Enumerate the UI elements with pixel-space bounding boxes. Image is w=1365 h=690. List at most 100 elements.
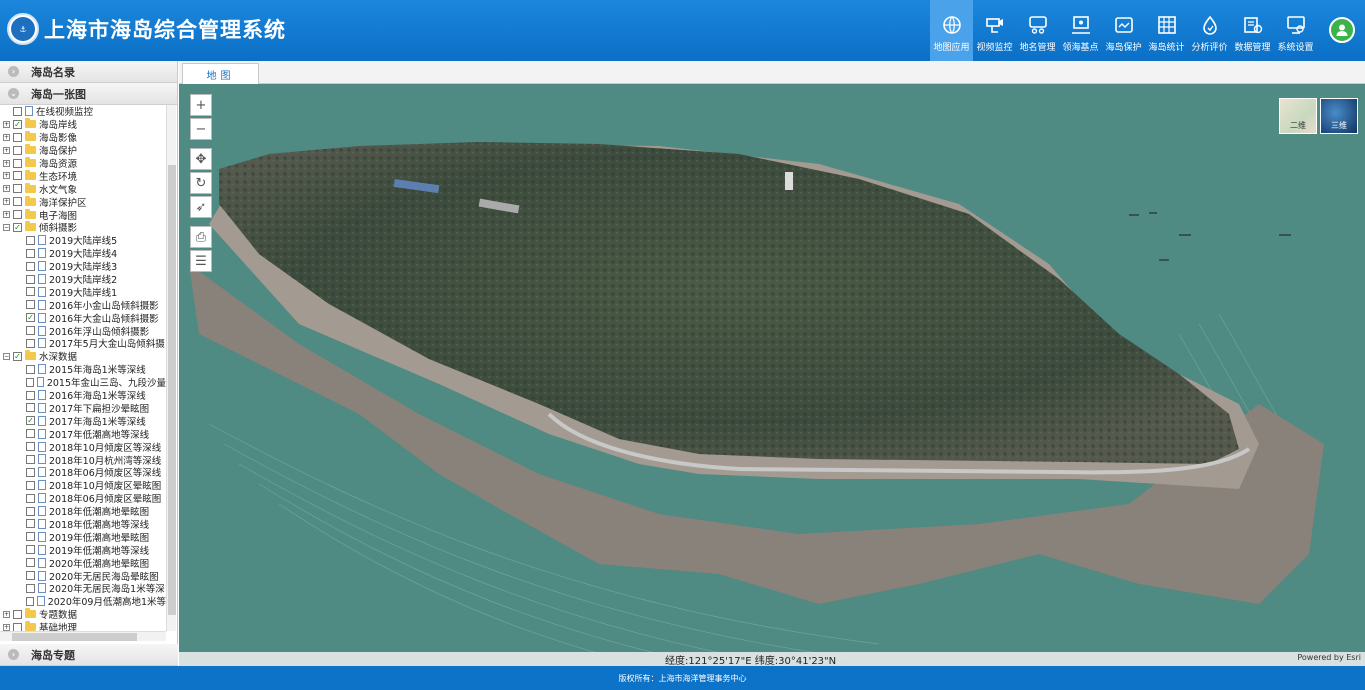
tree-folder[interactable]: + 海岛资源 [0,157,166,170]
accordion-island-directory[interactable]: › 海岛名录 [0,61,177,83]
layer-checkbox[interactable] [26,261,35,271]
layer-checkbox[interactable] [13,106,22,116]
layer-checkbox[interactable] [26,558,35,568]
tree-layer[interactable]: 2018年10月杭州湾等深线 [0,453,166,467]
nav-item-camera[interactable]: 视频监控 [973,0,1016,61]
tab-map[interactable]: 地图 [182,63,259,85]
tree-layer[interactable]: 2018年06月倾废区等深线 [0,466,166,479]
tree-layer[interactable]: 2015年金山三岛、九段沙量 [0,376,166,389]
zoom-out-button[interactable]: − [190,118,212,140]
layer-checkbox[interactable] [26,429,35,439]
tree-layer[interactable]: 2019大陆岸线1 [0,285,166,299]
layer-checkbox[interactable] [13,622,22,631]
tree-layer[interactable]: 2019大陆岸线4 [0,247,166,260]
accordion-island-topics[interactable]: › 海岛专题 [0,644,178,666]
tree-layer[interactable]: 2019年低潮高地晕眩图 [0,530,166,544]
layer-checkbox[interactable] [26,338,35,348]
layer-checkbox[interactable] [26,235,35,245]
tree-expander[interactable]: + [3,159,10,167]
nav-item-island-protect[interactable]: 海岛保护 [1102,0,1145,61]
pan-button[interactable]: ✥ [190,148,212,170]
nav-item-place-name[interactable]: 地名管理 [1016,0,1059,61]
layer-checkbox[interactable] [26,532,35,542]
layer-checkbox[interactable] [26,390,35,400]
zoom-in-button[interactable]: + [190,94,212,116]
layer-checkbox[interactable] [26,519,35,529]
tree-layer[interactable]: 2017年下扁担沙晕眩图 [0,401,166,415]
tree-folder[interactable]: + 海洋保护区 [0,195,166,209]
tree-folder[interactable]: + 水文气象 [0,182,166,196]
layer-checkbox[interactable] [26,364,35,374]
rotate-button[interactable]: ↻ [190,172,212,194]
layer-checkbox[interactable] [26,274,35,284]
tree-folder[interactable]: + 专题数据 [0,608,166,621]
print-button[interactable]: ⎙ [190,226,212,248]
layer-checkbox[interactable] [26,287,35,297]
tree-expander[interactable]: + [3,146,10,154]
tree-expander[interactable]: + [3,185,10,193]
tree-layer[interactable]: ✓ 2016年大金山岛倾斜摄影 [0,311,166,325]
tree-layer[interactable]: 2019年低潮高地等深线 [0,543,166,557]
tree-scroll-thumb[interactable] [168,165,176,615]
tree-folder[interactable]: − ✓ 水深数据 [0,350,166,363]
tree-layer[interactable]: 2018年低潮高地晕眩图 [0,505,166,518]
user-avatar[interactable] [1329,17,1355,43]
layer-checkbox[interactable] [26,454,35,464]
tree-layer[interactable]: 2018年10月倾废区晕眩图 [0,479,166,492]
layer-checkbox[interactable] [26,326,35,336]
layer-checkbox[interactable] [26,442,35,452]
layer-checkbox[interactable] [26,248,35,258]
nav-item-map-globe[interactable]: 地图应用 [930,0,973,61]
nav-item-baseline-point[interactable]: 领海基点 [1059,0,1102,61]
tree-expander[interactable]: + [3,172,10,180]
tree-layer[interactable]: 2020年09月低潮高地1米等 [0,595,166,608]
tree-expander[interactable]: + [3,133,10,141]
layer-checkbox[interactable] [26,571,35,580]
layer-checkbox[interactable] [13,184,22,194]
layer-checkbox[interactable]: ✓ [13,222,22,232]
tree-layer[interactable]: 2019大陆岸线5 [0,234,166,247]
compass-button[interactable]: ➶ [190,196,212,218]
layer-checkbox[interactable] [26,545,35,555]
layer-checkbox[interactable]: ✓ [13,119,22,129]
layer-checkbox[interactable] [26,493,35,503]
tree-folder[interactable]: + 电子海图 [0,208,166,222]
layer-checkbox[interactable] [26,467,35,477]
layer-checkbox[interactable]: ✓ [26,313,35,323]
tree-layer[interactable]: 2016年小金山岛倾斜摄影 [0,298,166,312]
tree-layer[interactable]: 2018年06月倾废区晕眩图 [0,492,166,505]
tree-folder[interactable]: + 海岛保护 [0,144,166,157]
layer-checkbox[interactable] [13,145,22,155]
layer-checkbox[interactable] [13,132,22,142]
layer-checkbox[interactable] [26,403,35,413]
tree-expander[interactable]: + [3,198,10,206]
tree-layer[interactable]: 2019大陆岸线2 [0,273,166,286]
tree-expander[interactable]: + [3,623,10,631]
layer-checkbox[interactable] [13,210,22,220]
layer-checkbox[interactable] [13,609,22,619]
tree-layer[interactable]: 2016年浮山岛倾斜摄影 [0,324,166,338]
tree-layer[interactable]: 2018年10月倾废区等深线 [0,440,166,454]
nav-item-data-manage[interactable]: 数据管理 [1231,0,1274,61]
basemap-3d-toggle[interactable]: 三维 [1320,98,1358,134]
nav-item-settings[interactable]: 系统设置 [1274,0,1317,61]
nav-item-analysis[interactable]: 分析评价 [1188,0,1231,61]
tree-layer[interactable]: ✓ 2017年海岛1米等深线 [0,414,166,428]
tree-vertical-scrollbar[interactable] [166,105,176,631]
tree-layer[interactable]: 2017年低潮高地等深线 [0,427,166,441]
layer-list-button[interactable]: ☰ [190,250,212,272]
tree-expander[interactable]: + [3,211,10,219]
layer-checkbox[interactable]: ✓ [26,416,35,426]
basemap-2d-toggle[interactable]: 二维 [1279,98,1317,134]
tree-layer[interactable]: 2020年低潮高地晕眩图 [0,556,166,570]
tree-horizontal-scrollbar[interactable] [0,631,166,641]
nav-item-statistics[interactable]: 海岛统计 [1145,0,1188,61]
tree-folder[interactable]: + 生态环境 [0,169,166,183]
layer-checkbox[interactable] [13,197,22,207]
tree-layer[interactable]: 2020年无居民海岛1米等深 [0,582,166,595]
tree-hscroll-thumb[interactable] [12,633,137,641]
tree-folder[interactable]: + 海岛影像 [0,131,166,144]
tree-folder[interactable]: + 基础地理 [0,621,166,631]
layer-checkbox[interactable]: ✓ [13,351,22,361]
tree-layer[interactable]: 2017年5月大金山岛倾斜摄 [0,337,166,350]
